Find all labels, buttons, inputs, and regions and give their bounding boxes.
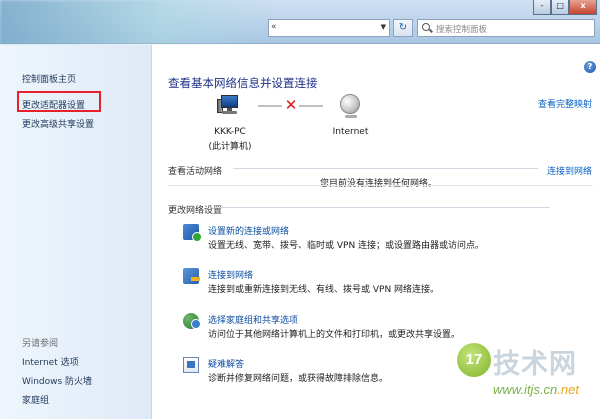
sidebar-item-firewall[interactable]: Windows 防火墙 [22,374,92,387]
full-map-link[interactable]: 查看完整映射 [538,97,592,110]
computer-icon [217,93,240,115]
minimize-button[interactable]: - [533,0,552,15]
task-description: 访问位于其他网络计算机上的文件和打印机，或更改共享设置。 [208,330,461,340]
computer-name: KKK-PC [214,127,246,137]
address-bar[interactable]: « ▼ [268,19,390,37]
sidebar-item-sharing-settings[interactable]: 更改高级共享设置 [22,117,94,130]
watermark-url: www.itjs.cn.net [493,382,579,397]
task-description: 设置无线、宽带、拨号、临时或 VPN 连接；或设置路由器或访问点。 [208,241,485,251]
active-networks-heading: 查看活动网络 [168,167,223,177]
internet-globe-icon [340,94,360,118]
connection-line [299,105,323,107]
divider [168,185,593,186]
change-settings-heading: 更改网络设置 [168,206,223,216]
homegroup-icon [183,313,201,329]
sidebar-item-internet-options[interactable]: Internet 选项 [22,355,79,368]
task-description: 诊断并修复网络问题，或获得故障排除信息。 [208,374,389,384]
refresh-icon[interactable]: ↻ [393,19,413,37]
disconnected-x-icon: ✕ [284,96,298,114]
connect-to-network-link[interactable]: 连接到网络 [547,164,592,177]
internet-label: Internet [332,127,369,137]
new-connection-icon [183,224,202,242]
sidebar-item-adapter-settings[interactable]: 更改适配器设置 [22,98,85,111]
task-link-connect-network[interactable]: 连接到网络 [208,268,253,281]
connection-line [258,105,282,107]
watermark-badge: 17 [457,343,491,377]
blurred-window-icon [0,0,275,44]
watermark: 17 技术网 www.itjs.cn.net [455,340,600,419]
sidebar-item-home[interactable]: 控制面板主页 [22,72,76,85]
see-also-heading: 另请参阅 [22,339,59,349]
watermark-url-suffix: .net [557,382,579,397]
window-controls: - □ x [533,0,597,15]
help-icon[interactable]: ? [584,61,596,73]
divider [233,168,538,169]
breadcrumb-chevron[interactable]: « [271,22,277,32]
close-button[interactable]: x [569,0,597,15]
no-connection-status: 您目前没有连接到任何网络。 [320,179,438,189]
task-link-new-connection[interactable]: 设置新的连接或网络 [208,224,289,237]
search-placeholder: 搜索控制面板 [436,25,488,35]
task-description: 连接到或重新连接到无线、有线、拨号或 VPN 网络连接。 [208,285,440,295]
computer-subtitle: (此计算机) [208,142,252,152]
task-link-homegroup[interactable]: 选择家庭组和共享选项 [208,313,298,326]
task-link-troubleshoot[interactable]: 疑难解答 [208,357,244,370]
connect-network-icon [183,268,200,284]
chevron-down-icon[interactable]: ▼ [381,23,386,31]
search-icon [422,23,430,31]
watermark-url-prefix: www.itjs.cn [493,382,558,397]
sidebar-item-homegroup[interactable]: 家庭组 [22,393,49,406]
watermark-text: 技术网 [493,349,577,380]
troubleshoot-icon [183,357,199,373]
search-input[interactable]: 搜索控制面板 [417,19,595,37]
title-bar: « ▼ ↻ 搜索控制面板 - □ x [0,0,600,44]
maximize-button[interactable]: □ [551,0,570,15]
divider [215,207,550,208]
sidebar: 控制面板主页 更改适配器设置 更改高级共享设置 另请参阅 Internet 选项… [0,45,152,419]
page-title: 查看基本网络信息并设置连接 [168,76,318,90]
